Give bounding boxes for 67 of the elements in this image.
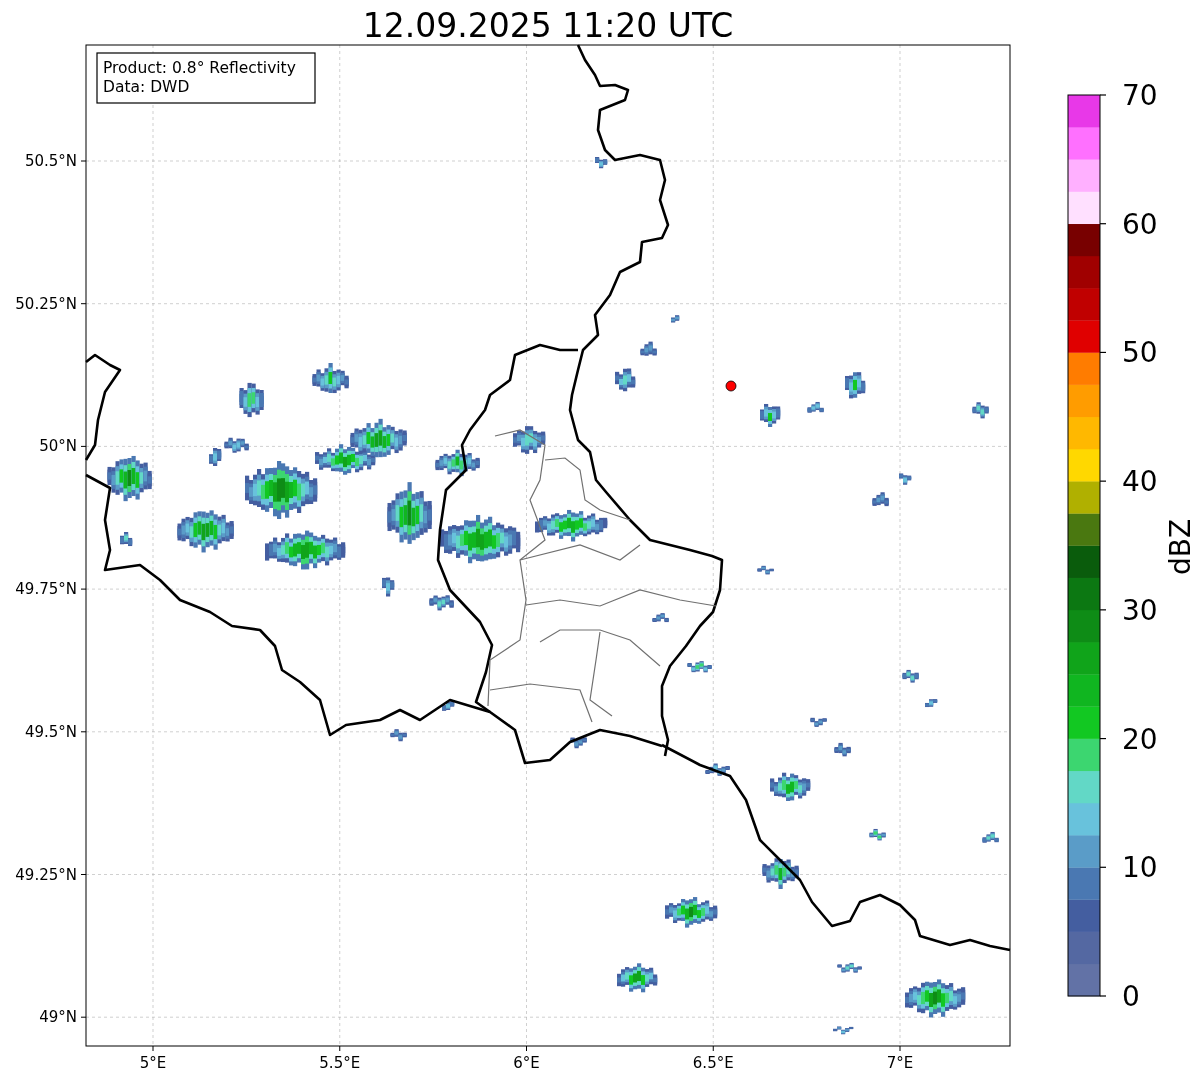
radar-echo [350, 418, 407, 458]
radar-echo [872, 492, 889, 507]
radar-echo [239, 382, 264, 418]
axis-tick-label: 49.5°N [24, 722, 77, 741]
axis-tick-label: 49.25°N [15, 865, 77, 884]
radar-echo [671, 315, 680, 323]
radar-echo [387, 482, 432, 544]
radar-echo [982, 831, 999, 843]
axis-tick-label: 5°E [139, 1054, 167, 1072]
axis-tick-label: 49°N [39, 1008, 77, 1027]
radar-echo [810, 717, 827, 727]
location-marker [725, 380, 737, 392]
radar-echo [209, 448, 222, 466]
radar-echo [899, 473, 912, 485]
legend-text: Data: DWD [103, 78, 190, 96]
radar-echo [382, 577, 395, 597]
axis-tick-label: 6°E [513, 1054, 540, 1072]
radar-echo [762, 858, 799, 889]
axis-tick-label: 50°N [39, 437, 77, 456]
radar-echo [513, 426, 546, 454]
colorbar-tick-label: 60 [1122, 207, 1158, 241]
axis-tick-label: 49.75°N [15, 580, 77, 599]
colorbar-tick-label: 30 [1122, 593, 1158, 627]
colorbar-label: dBZ [1164, 518, 1197, 576]
colorbar-tick-label: 0 [1122, 980, 1140, 1013]
radar-echo [972, 402, 989, 419]
radar-echo [925, 699, 938, 708]
axis-tick-label: 50.5°N [24, 152, 77, 170]
radar-echo [595, 157, 608, 169]
radar-echo [687, 661, 712, 673]
radar-echo [807, 401, 824, 413]
radar-echo [845, 372, 866, 399]
radar-echo [869, 828, 886, 841]
radar-echo [902, 669, 919, 683]
radar-echo [760, 404, 781, 427]
radar-echo [442, 701, 455, 711]
axis-tick-label: 50.25°N [15, 294, 77, 313]
colorbar-tick-label: 50 [1122, 336, 1158, 370]
radar-echo [757, 565, 774, 575]
axis-tick-label: 5.5°E [319, 1054, 361, 1072]
legend-text: Product: 0.8° Reflectivity [103, 59, 296, 77]
radar-echo [429, 595, 454, 611]
radar-echo [652, 613, 669, 623]
colorbar-tick-label: 40 [1122, 465, 1158, 499]
radar-echo [390, 729, 407, 742]
radar-echo [640, 341, 657, 356]
radar-echo [665, 897, 718, 928]
radar-echo [224, 437, 249, 453]
radar-echo [705, 763, 730, 776]
radar-echo [312, 363, 349, 394]
radar-echo [107, 455, 152, 502]
chart-title: 12.09.2025 11:20 UTC [362, 6, 734, 45]
radar-echo [435, 449, 480, 477]
axis-tick-label: 7°E [886, 1054, 914, 1072]
radar-echo [834, 742, 851, 757]
radar-echo [770, 772, 811, 801]
radar-echo [837, 962, 862, 973]
axis-tick-label: 6.5°E [692, 1054, 734, 1072]
colorbar-tick-label: 20 [1122, 722, 1158, 756]
radar-echo [905, 979, 966, 1018]
colorbar-tick-label: 10 [1122, 851, 1158, 885]
radar-echo [617, 963, 658, 993]
radar-echo [177, 510, 234, 553]
radar-echo [120, 532, 133, 547]
colorbar-tick-label: 70 [1122, 79, 1158, 112]
radar-echo [615, 368, 636, 392]
radar-echo [570, 737, 587, 749]
